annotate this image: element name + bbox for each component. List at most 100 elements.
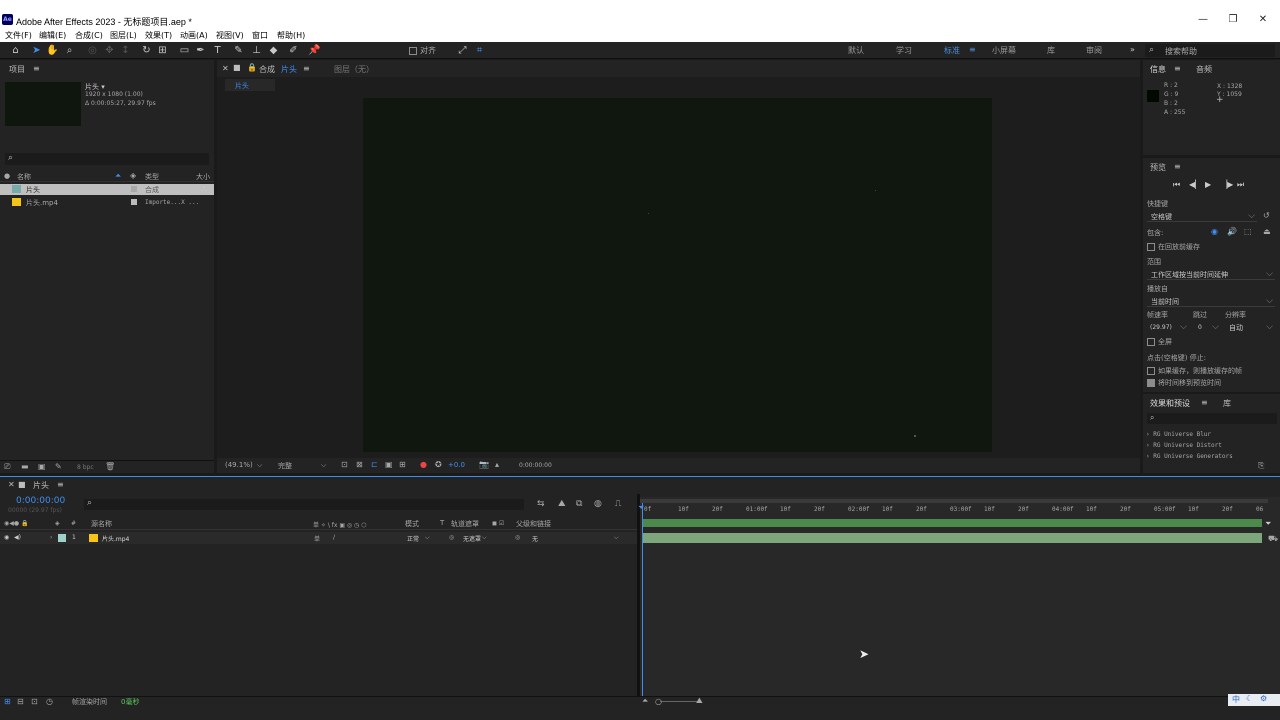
col-type[interactable]: 类型 (145, 172, 159, 182)
col-source-name[interactable]: 源名称 (91, 519, 112, 529)
skip-dropdown[interactable]: 0 (1193, 322, 1221, 333)
parent-dropdown[interactable]: 无 (532, 534, 538, 543)
in-out-icon[interactable]: ⊡ (31, 697, 38, 706)
hand-tool-icon[interactable]: ✋ (46, 44, 59, 57)
project-tab[interactable]: 项目 (9, 64, 25, 75)
region-of-interest-icon[interactable]: ▣ (385, 460, 393, 469)
playhead-line[interactable] (642, 503, 643, 697)
transparency-grid-icon[interactable]: ⊠ (356, 460, 363, 469)
grid-guides-icon[interactable]: ⊞ (399, 460, 406, 469)
show-snapshot-icon[interactable]: ▴ (495, 460, 499, 469)
col-t[interactable]: T (440, 519, 444, 527)
minimize-button[interactable]: — (1188, 13, 1218, 27)
snap-magnet-icon[interactable]: ⌗ (473, 44, 486, 57)
play-icon[interactable]: ▶ (1205, 180, 1211, 189)
workspace-default[interactable]: 默认 (848, 45, 864, 56)
col-mode[interactable]: 模式 (405, 519, 419, 529)
close-tab-icon[interactable]: ✕ (222, 64, 229, 73)
clone-stamp-icon[interactable]: ⊥ (250, 44, 263, 57)
close-button[interactable]: ✕ (1248, 13, 1278, 27)
menu-edit[interactable]: 编辑(E) (39, 30, 66, 41)
flowchart-icon[interactable]: ⛬ (201, 184, 207, 194)
item-label-color[interactable] (131, 186, 137, 192)
parent-pickwhip-icon[interactable]: ◎ (515, 534, 520, 541)
orbit-camera-icon[interactable]: ◎ (86, 44, 99, 57)
effect-category[interactable]: › RG Universe Generators (1146, 453, 1233, 460)
expand-chevron-icon[interactable]: › (50, 534, 52, 541)
cache-checkbox[interactable] (1147, 243, 1155, 251)
external-video-icon[interactable]: ⏏ (1263, 227, 1271, 236)
reset-icon[interactable]: ↺ (1263, 211, 1270, 220)
col-size[interactable]: 大小 (196, 172, 210, 182)
snap-checkbox[interactable] (409, 46, 417, 55)
item-label-color[interactable] (131, 199, 137, 205)
prev-frame-icon[interactable]: ◀▏ (1189, 180, 1201, 189)
fullscreen-option[interactable]: 全屏 (1147, 337, 1172, 347)
comp-mini-flowchart-icon[interactable]: ⇆ (537, 499, 545, 509)
preview-tab[interactable]: 预览 (1150, 162, 1166, 173)
help-search-field[interactable]: ⌕ 搜索帮助 (1145, 44, 1275, 57)
visibility-eye-icon[interactable]: ◉ (4, 534, 9, 541)
puppet-pin-icon[interactable]: 📌 (308, 44, 321, 57)
col-parent[interactable]: 父级和链接 (516, 519, 551, 529)
layer-name[interactable]: 片头.mp4 (102, 534, 129, 543)
snap-options-icon[interactable]: ⤢ (456, 44, 469, 57)
menu-animation[interactable]: 动画(A) (180, 30, 208, 41)
time-ruler[interactable]: 0f 10f 20f 01:00f 10f 20f 02:00f 10f 20f 03:00f 10… (640, 505, 1268, 517)
zoom-slider-thumb[interactable]: ○ (655, 697, 662, 706)
render-time-icon[interactable]: ◷ (46, 697, 53, 706)
frame-blending-icon[interactable]: ◍ (594, 499, 602, 509)
layer-row[interactable]: ◉ ◀) › 1 片头.mp4 单 / 正常 ⌵ ◎ 无遮罩 ⌵ ◎ 无 ⌵ (0, 532, 637, 544)
bit-depth-button[interactable]: 8 bpc (77, 464, 94, 471)
lock-icon[interactable]: 🔒 (247, 63, 257, 72)
effects-menu-icon[interactable]: ≡ (1201, 398, 1208, 407)
zoom-dropdown[interactable]: (49.1%) (225, 461, 253, 469)
project-panel-menu-icon[interactable]: ≡ (33, 64, 40, 73)
new-preset-icon[interactable]: ⎘ (1258, 461, 1264, 471)
new-folder-icon[interactable]: ▬ (21, 462, 29, 471)
roto-brush-icon[interactable]: ✐ (287, 44, 300, 57)
shy-switch-icon[interactable]: 单 (314, 534, 320, 543)
more-workspaces-button[interactable]: » (1130, 45, 1135, 54)
shy-layers-icon[interactable]: ⧉ (576, 499, 582, 509)
maximize-button[interactable]: ❐ (1218, 13, 1248, 27)
rotate-tool-icon[interactable]: ↻ (140, 44, 153, 57)
last-frame-icon[interactable]: ⏭ (1237, 180, 1244, 190)
next-frame-icon[interactable]: ▕▶ (1221, 180, 1233, 189)
range-dropdown[interactable]: 工作区域按当前时间延伸 (1147, 269, 1275, 280)
project-item-row[interactable]: 片头 合成 (0, 184, 214, 195)
workspace-small-screen[interactable]: 小屏幕 (992, 45, 1016, 56)
snap-toggle[interactable]: 对齐 (409, 45, 436, 56)
color-management-icon[interactable]: ✪ (435, 460, 442, 469)
comp-end-marker-icon[interactable]: ⏷ (1265, 519, 1271, 529)
selection-tool-icon[interactable]: ➤ (30, 44, 43, 57)
comp-breadcrumb[interactable]: 片头 (225, 79, 275, 91)
adjust-project-icon[interactable]: ✎ (55, 462, 62, 471)
comp-marker-bin-icon[interactable]: ⛟ (1268, 534, 1278, 544)
menu-effect[interactable]: 效果(T) (145, 30, 172, 41)
rectangle-tool-icon[interactable]: ▭ (178, 44, 191, 57)
work-area-bar[interactable] (642, 519, 1262, 527)
cache-before-playback[interactable]: 在回放前缓存 (1147, 242, 1200, 252)
effects-tab[interactable]: 效果和预设 (1150, 398, 1190, 409)
close-tab-icon[interactable]: ✕ (8, 480, 15, 489)
mask-visibility-icon[interactable]: ⊏ (371, 460, 378, 469)
draft-3d-icon[interactable]: ⛰ (558, 499, 566, 509)
project-item-row[interactable]: 片头.mp4 Importe...X ... (0, 197, 214, 208)
eraser-tool-icon[interactable]: ◆ (267, 44, 280, 57)
graph-editor-icon[interactable]: ⎍ (615, 499, 621, 509)
fullscreen-checkbox[interactable] (1147, 338, 1155, 346)
move-time-option[interactable]: 将时间移到预览时间 (1147, 378, 1221, 388)
transfer-controls-icon[interactable]: ⊟ (17, 697, 24, 706)
workspace-menu-icon[interactable]: ≡ (969, 45, 976, 54)
color-channel-icon[interactable]: ● (420, 460, 427, 469)
layer-label-color[interactable] (58, 534, 66, 542)
timeline-search-input[interactable]: ⌕ (84, 498, 524, 510)
quality-switch-icon[interactable]: / (333, 534, 335, 541)
fps-dropdown[interactable]: (29.97) (1147, 322, 1189, 333)
viewer-menu-icon[interactable]: ≡ (303, 64, 310, 73)
if-cached-checkbox[interactable] (1147, 367, 1155, 375)
time-navigator[interactable] (640, 499, 1268, 503)
zoom-tool-icon[interactable]: ⌕ (63, 44, 76, 57)
menu-window[interactable]: 窗口 (252, 30, 268, 41)
